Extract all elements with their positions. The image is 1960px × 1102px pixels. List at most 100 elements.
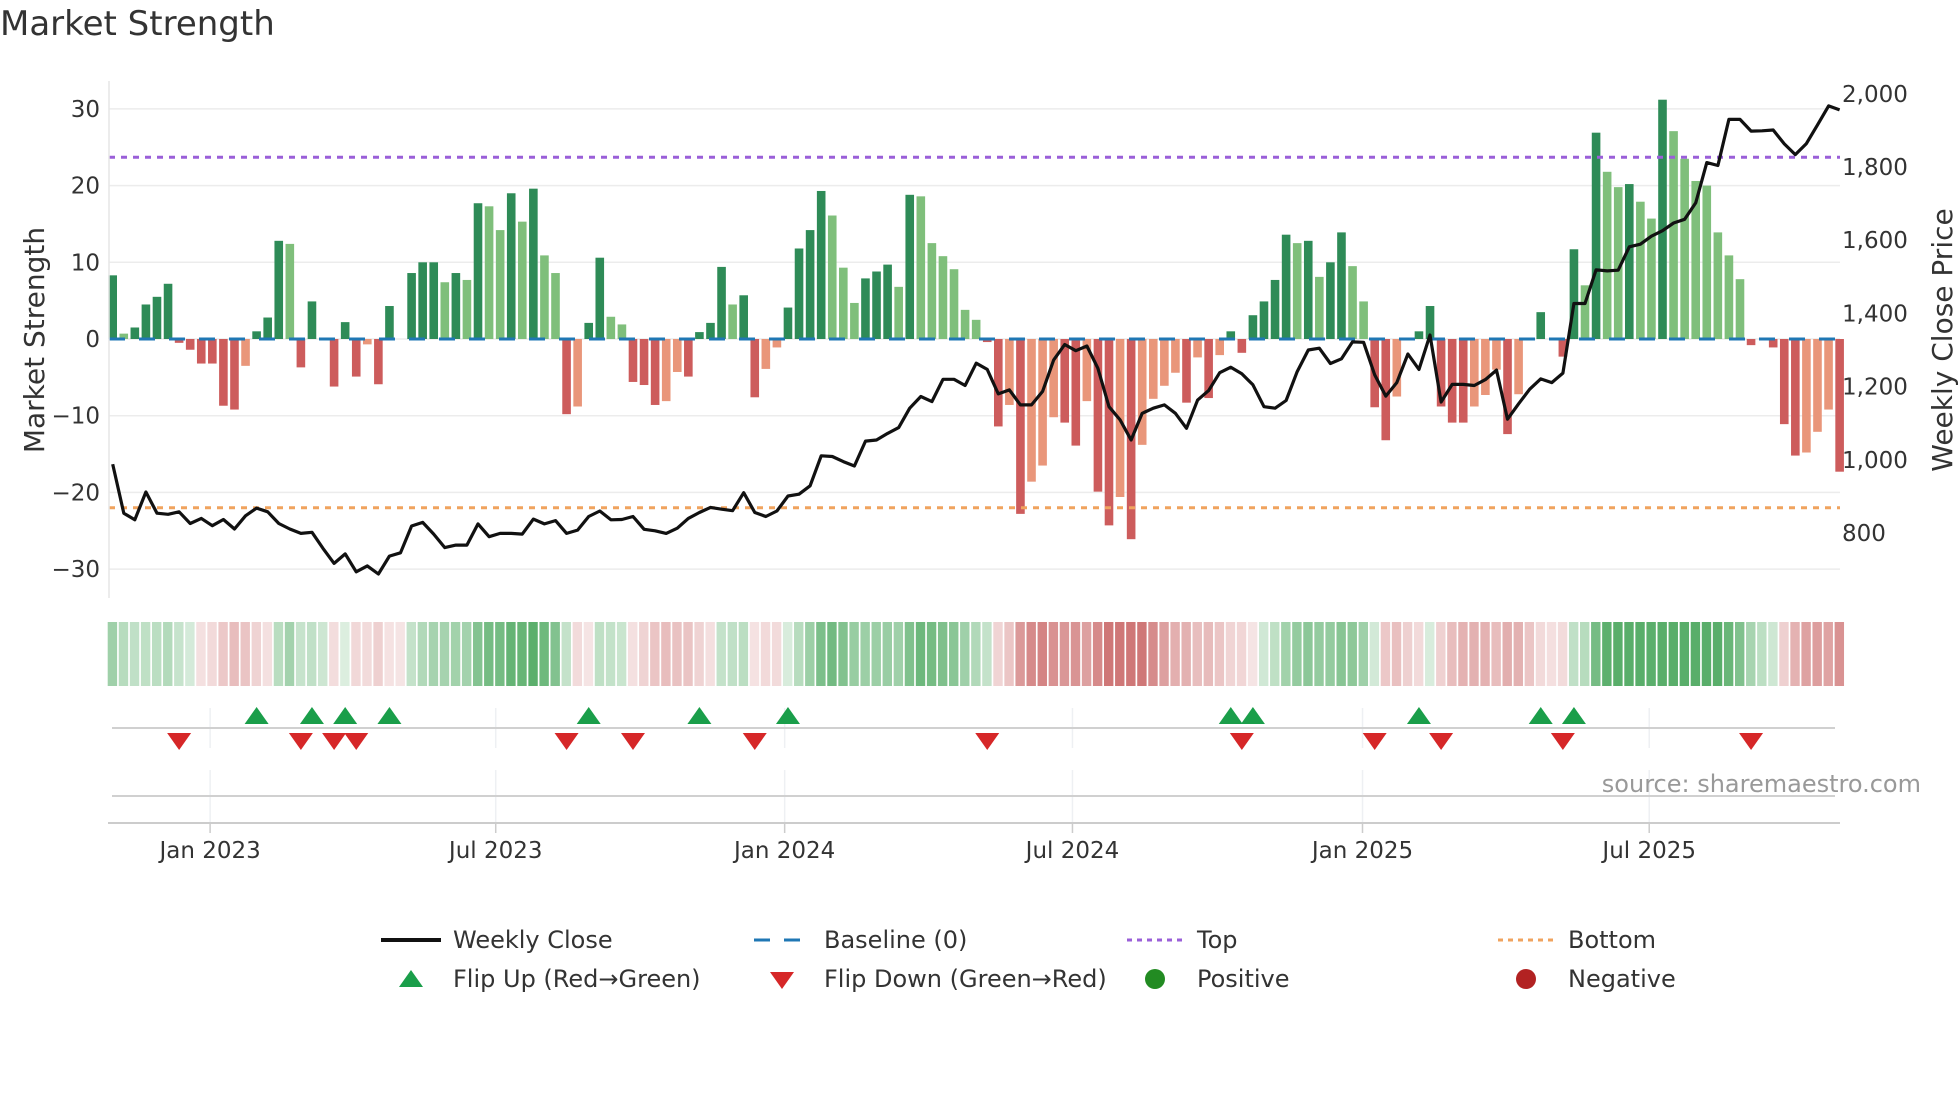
heat-strip-cell — [262, 622, 273, 686]
heat-strip-cell — [1524, 622, 1535, 686]
heat-strip-cell — [1657, 622, 1667, 686]
strength-bar — [584, 322, 594, 339]
heat-strip-cell — [306, 622, 317, 686]
heat-strip-cell — [594, 622, 605, 686]
strength-bar — [960, 309, 970, 339]
heat-strip-cell — [1214, 622, 1225, 686]
heat-strip-cell — [1048, 622, 1059, 686]
heat-strip-cell — [1447, 622, 1457, 686]
heat-strip-cell — [949, 622, 959, 686]
heat-strip-cell — [1746, 622, 1756, 686]
heat-strip-cell — [107, 622, 118, 686]
legend-label: Flip Down (Green→Red) — [824, 965, 1107, 993]
heat-strip-cell — [771, 622, 782, 686]
heat-strip-cell — [1734, 622, 1745, 686]
heat-strip-cell — [1768, 622, 1778, 686]
strength-bar — [994, 339, 1003, 427]
legend-label: Negative — [1568, 965, 1676, 993]
strength-bar — [1148, 339, 1158, 399]
flip-down-marker — [975, 733, 1000, 750]
heat-strip-cell — [650, 622, 660, 686]
heat-strip-cell — [871, 622, 881, 686]
heat-strip-cell — [1137, 622, 1147, 686]
strength-bar — [684, 339, 693, 377]
strength-bar — [850, 302, 859, 339]
heat-strip-cell — [1247, 622, 1258, 686]
legend-item-top[interactable]: Top — [1125, 925, 1238, 955]
strength-bar — [1182, 339, 1191, 403]
legend-item-weekly-close[interactable]: Weekly Close — [381, 925, 613, 955]
legend-label: Baseline (0) — [824, 926, 968, 954]
strength-bar — [1359, 301, 1368, 339]
heat-strip-cell — [473, 622, 483, 686]
strength-bar — [1636, 201, 1645, 339]
flip-up-marker — [775, 707, 800, 724]
strength-bar — [1270, 279, 1280, 339]
strength-bar — [163, 283, 173, 339]
strength-bar — [872, 271, 881, 339]
legend-item-flip-down[interactable]: Flip Down (Green→Red) — [752, 964, 1107, 994]
heat-strip-cell — [484, 622, 494, 686]
strength-bar — [263, 317, 272, 339]
legend-item-bottom[interactable]: Bottom — [1496, 925, 1656, 955]
x-tick-label: Jan 2023 — [157, 838, 260, 864]
heat-strip-cell — [1203, 622, 1214, 686]
heat-strip-cell — [1026, 622, 1036, 686]
legend-label: Positive — [1197, 965, 1290, 993]
strength-bar — [1779, 339, 1789, 425]
heat-strip-cell — [1303, 622, 1313, 686]
strength-bar — [1514, 339, 1523, 395]
heat-strip-cell — [915, 622, 926, 686]
heat-strip-cell — [163, 622, 173, 686]
heat-strip-cell — [240, 622, 250, 686]
heat-strip-cell — [340, 622, 350, 686]
strength-bar — [506, 193, 516, 339]
heat-strip-cell — [860, 622, 870, 686]
heat-strip-cell — [1070, 622, 1081, 686]
strength-bar — [385, 306, 394, 339]
strength-bar — [495, 230, 505, 339]
legend-item-flip-up[interactable]: Flip Up (Red→Green) — [381, 964, 701, 994]
strength-bar — [340, 322, 350, 339]
y-tick-label: −30 — [51, 557, 100, 583]
heat-strip-cell — [893, 622, 904, 686]
strength-bar — [1160, 339, 1169, 386]
heat-strip-cell — [373, 622, 383, 686]
dotted-line-swatch-icon — [1127, 938, 1183, 942]
y-tick-label: −20 — [51, 480, 100, 506]
strength-bar — [374, 339, 383, 385]
heat-strip-cell — [1712, 622, 1723, 686]
strength-bar — [894, 286, 903, 339]
strength-bars — [108, 99, 1844, 540]
strength-bar — [473, 203, 483, 339]
flip-up-marker — [1218, 707, 1243, 724]
heat-strip-cell — [1469, 622, 1479, 686]
heat-strip-cell — [1413, 622, 1424, 686]
heat-strip-cell — [1557, 622, 1568, 686]
strength-bar — [728, 304, 737, 339]
legend-item-baseline[interactable]: Baseline (0) — [752, 925, 967, 955]
strength-bar — [329, 339, 339, 387]
gridlines — [109, 108, 1840, 823]
heat-strip-cell — [1701, 622, 1712, 686]
heat-strip-cell — [1823, 622, 1833, 686]
flip-down-marker — [1550, 733, 1575, 750]
strength-bar — [540, 255, 549, 339]
y-axis-label: Market Strength — [18, 227, 51, 453]
strength-bar — [905, 194, 915, 339]
heat-strip-cell — [760, 622, 771, 686]
flip-up-marker — [1406, 707, 1431, 724]
heat-strip-cell — [395, 622, 405, 686]
legend-item-negative[interactable]: Negative — [1496, 964, 1676, 994]
heat-strip-cell — [1092, 622, 1103, 686]
heat-strip-cell — [1015, 622, 1025, 686]
heat-strip-cell — [1292, 622, 1302, 686]
y2-tick-label: 1,000 — [1842, 448, 1908, 474]
heat-strip-cell — [1391, 622, 1402, 686]
strength-bar — [285, 243, 295, 339]
flip-down-marker — [1362, 733, 1387, 750]
strength-bar — [241, 339, 250, 366]
heat-strip-cell — [705, 622, 715, 686]
legend-item-positive[interactable]: Positive — [1125, 964, 1290, 994]
legend-label: Top — [1197, 926, 1238, 954]
